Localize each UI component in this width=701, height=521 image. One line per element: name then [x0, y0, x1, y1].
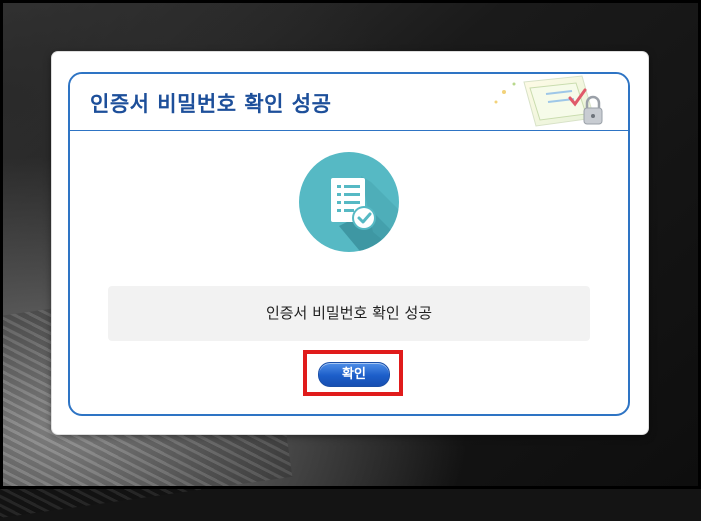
- certificate-dialog: 인증서 비밀번호 확인 성공 인증서 비밀번호 확인 성공 확인: [52, 52, 648, 434]
- dialog-title-bar: 인증서 비밀번호 확인 성공: [70, 74, 628, 131]
- dialog-title: 인증서 비밀번호 확인 성공: [90, 92, 332, 116]
- ok-button[interactable]: 확인: [318, 362, 390, 387]
- message-box: 인증서 비밀번호 확인 성공: [108, 286, 590, 341]
- certificate-lock-icon: [486, 74, 616, 130]
- dialog-panel: 인증서 비밀번호 확인 성공 인증서 비밀번호 확인 성공 확인: [68, 72, 630, 416]
- highlight-box: 확인: [303, 350, 403, 396]
- document-check-icon: [299, 152, 399, 252]
- message-text: 인증서 비밀번호 확인 성공: [265, 304, 433, 322]
